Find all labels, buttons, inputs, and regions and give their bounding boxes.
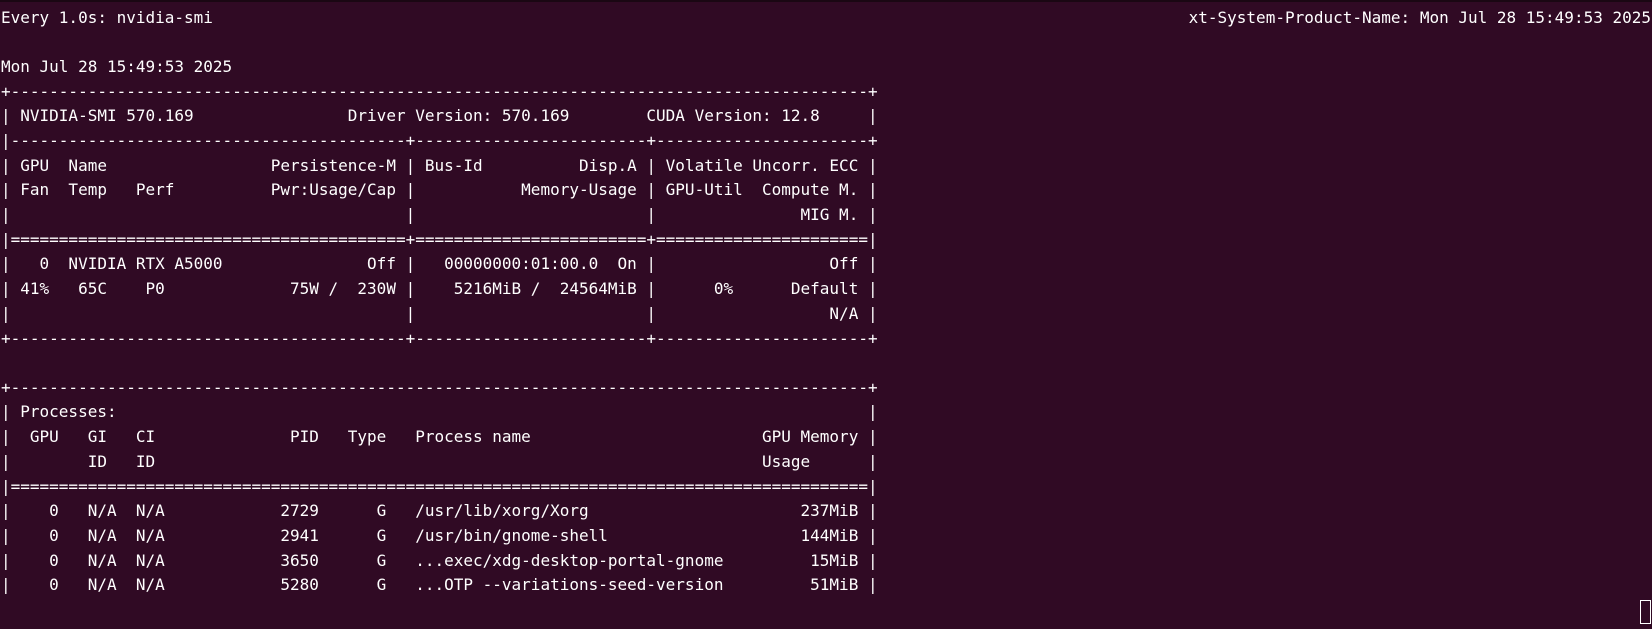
gpu-table-border-top: +---------------------------------------… <box>1 82 878 101</box>
gpu-table-info-line: | NVIDIA-SMI 570.169 Driver Version: 570… <box>1 106 878 125</box>
gpu-table-header-line2: | Fan Temp Perf Pwr:Usage/Cap | Memory-U… <box>1 180 878 199</box>
terminal-cursor <box>1640 600 1651 624</box>
host-and-time: xt-System-Product-Name: Mon Jul 28 15:49… <box>1188 8 1651 27</box>
watch-command: Every 1.0s: nvidia-smi <box>1 8 213 27</box>
proc-table-header-line2: | ID ID Usage | <box>1 452 878 471</box>
process-row: | 0 N/A N/A 5280 G ...OTP --variations-s… <box>1 575 878 594</box>
gpu-table-double-separator: |=======================================… <box>1 230 878 249</box>
proc-table-border-top: +---------------------------------------… <box>1 378 878 397</box>
terminal-window[interactable]: Every 1.0s: nvidia-smi xt-System-Product… <box>0 0 1652 629</box>
gpu-table-separator: |---------------------------------------… <box>1 131 878 150</box>
timestamp-line: Mon Jul 28 15:49:53 2025 <box>1 57 233 76</box>
gpu-table-header-line3: | | | MIG M. | <box>1 205 878 224</box>
process-row: | 0 N/A N/A 2941 G /usr/bin/gnome-shell … <box>1 526 878 545</box>
process-row: | 0 N/A N/A 2729 G /usr/lib/xorg/Xorg 23… <box>1 501 878 520</box>
gpu-table-border-bottom: +---------------------------------------… <box>1 329 878 348</box>
proc-table-double-separator: |=======================================… <box>1 477 878 496</box>
proc-table-header-line1: | GPU GI CI PID Type Process name GPU Me… <box>1 427 878 446</box>
gpu-table-header-line1: | GPU Name Persistence-M | Bus-Id Disp.A… <box>1 156 878 175</box>
gpu-row-line3: | | | N/A | <box>1 304 878 323</box>
gpu-row-line2: | 41% 65C P0 75W / 230W | 5216MiB / 2456… <box>1 279 878 298</box>
window-top-edge <box>0 0 1652 2</box>
gpu-row-line1: | 0 NVIDIA RTX A5000 Off | 00000000:01:0… <box>1 254 878 273</box>
process-row: | 0 N/A N/A 3650 G ...exec/xdg-desktop-p… <box>1 551 878 570</box>
proc-table-title: | Processes: | <box>1 402 878 421</box>
